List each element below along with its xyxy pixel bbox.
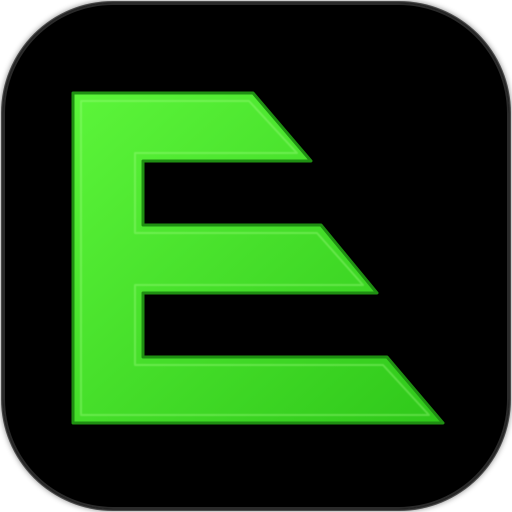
app-icon-tile[interactable]: [3, 3, 509, 509]
e-letter-shape: [71, 91, 445, 425]
e-logo-icon: [71, 91, 445, 425]
icon-canvas: [0, 0, 512, 512]
